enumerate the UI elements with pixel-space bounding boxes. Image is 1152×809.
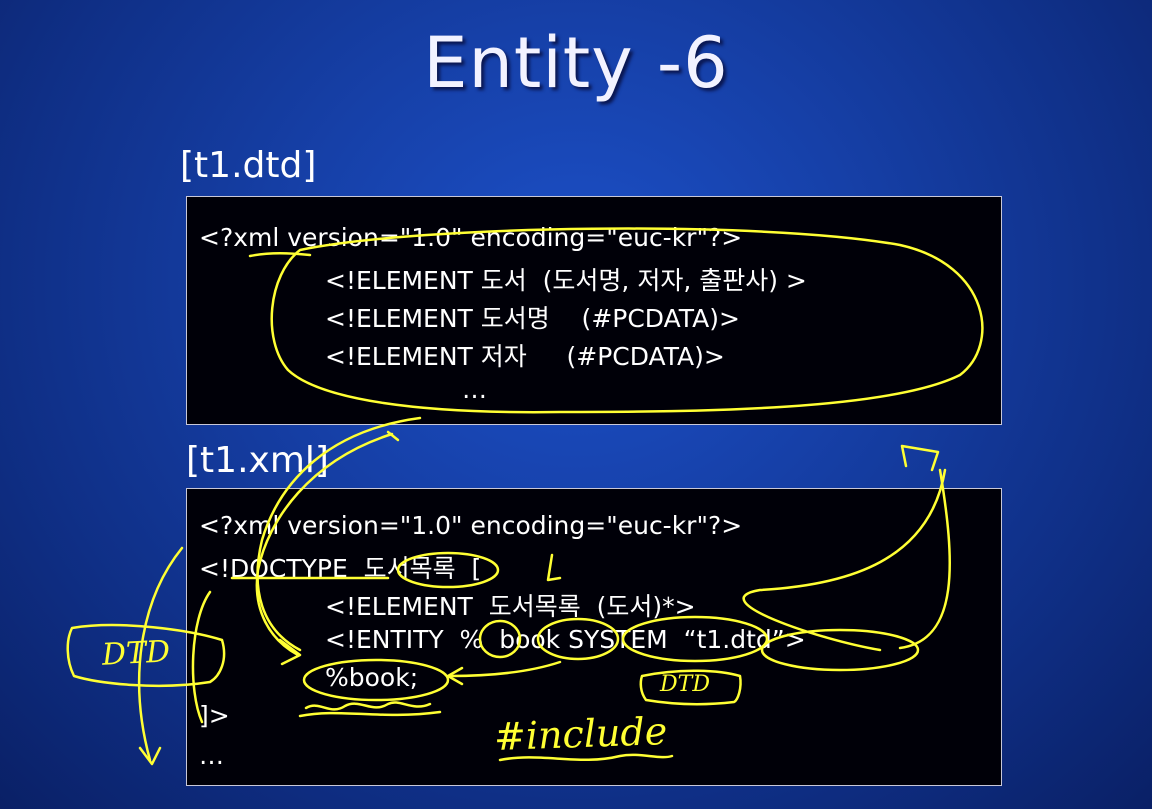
xml-code-line: ]> — [199, 701, 230, 730]
xml-code-line: <!ENTITY % book SYSTEM “t1.dtd”> — [325, 625, 806, 654]
dtd-code-line: … — [462, 375, 487, 404]
arrowhead-right — [900, 444, 940, 472]
dtd-code-line: <!ELEMENT 도서명 (#PCDATA)> — [325, 304, 740, 333]
dtd-code-line: <?xml version="1.0" encoding="euc-kr"?> — [199, 223, 743, 252]
xml-code-line: … — [199, 741, 224, 770]
slide-title: Entity -6 — [423, 22, 729, 104]
xml-file-label: [t1.xml] — [186, 440, 329, 481]
dtd-file-label: [t1.dtd] — [180, 145, 317, 186]
dtd-code-line: <!ELEMENT 저자 (#PCDATA)> — [325, 342, 725, 371]
xml-code-line: <?xml version="1.0" encoding="euc-kr"?> — [199, 511, 743, 540]
dtd-code-line: <!ELEMENT 도서 (도서명, 저자, 출판사) > — [325, 266, 807, 295]
xml-code-line: <!ELEMENT 도서목록 (도서)*> — [325, 592, 696, 621]
handwritten-dtd-mid: DTD — [660, 672, 710, 697]
handwritten-include: #include — [493, 708, 668, 760]
xml-code-line: %book; — [325, 663, 419, 692]
dtd-code-box: <?xml version="1.0" encoding="euc-kr"?> … — [186, 196, 1002, 425]
arrowhead-left — [138, 746, 162, 766]
handwritten-dtd-left: DTD — [101, 634, 171, 673]
tick-mark — [386, 430, 400, 442]
xml-code-line: <!DOCTYPE 도서목록 [ — [199, 554, 482, 583]
